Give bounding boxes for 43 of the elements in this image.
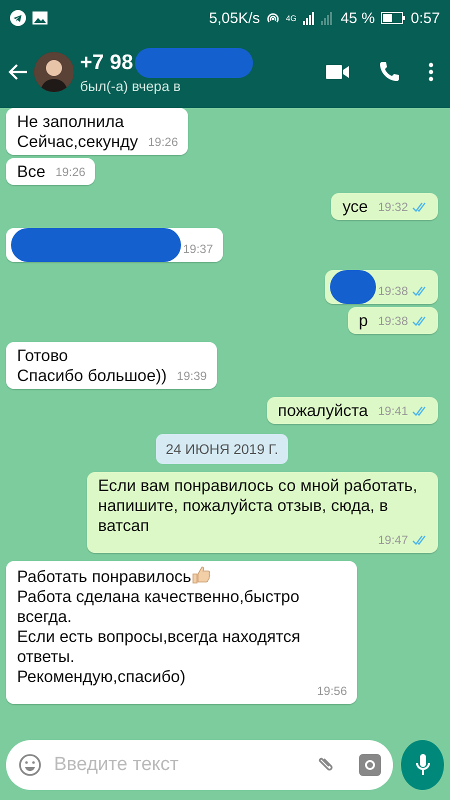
contact-name[interactable]: +7 98	[80, 51, 134, 75]
network-type: 4G	[286, 14, 297, 22]
message-text: Рекомендую,спасибо)	[17, 667, 186, 687]
emoji-icon[interactable]	[18, 753, 42, 777]
message-time: 19:26	[55, 164, 86, 181]
message-time: 19:26	[148, 134, 178, 151]
video-call-icon[interactable]	[326, 64, 350, 80]
camera-icon[interactable]	[359, 754, 381, 776]
last-seen: был(-а) вчера в	[80, 78, 182, 94]
message-time: 19:39	[176, 368, 207, 385]
message-time: 19:38	[378, 313, 408, 330]
message-text: Сейчас,секунду	[17, 132, 138, 152]
more-menu-icon[interactable]	[428, 62, 434, 82]
hotspot-icon	[266, 11, 280, 25]
microphone-button[interactable]	[401, 740, 444, 790]
message-text: Спасибо большое))	[17, 366, 167, 386]
message-text: Не заполнила	[17, 112, 125, 132]
input-bar[interactable]: Введите текст	[6, 740, 393, 790]
clock: 0:57	[410, 10, 440, 26]
message-time: 19:32	[378, 199, 408, 216]
message-text: Если есть вопросы,всегда находятся ответы.	[17, 627, 302, 667]
message-text: Работа сделана качественно,быстро всегда.	[17, 587, 300, 627]
message-time: 19:56	[316, 683, 347, 700]
date-chip: 24 ИЮНЯ 2019 Г.	[156, 434, 288, 464]
message-text: усе	[342, 197, 368, 217]
battery-icon	[380, 12, 405, 24]
battery-level: 45 %	[340, 10, 375, 26]
message-time: 19:38	[378, 283, 408, 300]
message-text: Готово	[17, 346, 69, 366]
avatar[interactable]	[34, 52, 74, 92]
back-arrow-icon[interactable]	[8, 63, 28, 81]
message-text: Все	[17, 162, 46, 182]
image-icon	[32, 11, 48, 25]
microphone-icon	[414, 753, 430, 777]
message-input[interactable]: Введите текст	[52, 753, 301, 777]
message-text: р	[358, 311, 368, 331]
message-text: Работать понравилось	[17, 565, 347, 587]
network-speed: 5,05K/s	[209, 10, 260, 26]
phone-icon[interactable]	[378, 61, 400, 83]
signal-icon	[302, 11, 335, 25]
message-time: 19:41	[378, 403, 408, 420]
message-text: пожалуйста	[278, 401, 368, 421]
message-time: 19:37	[183, 241, 214, 258]
